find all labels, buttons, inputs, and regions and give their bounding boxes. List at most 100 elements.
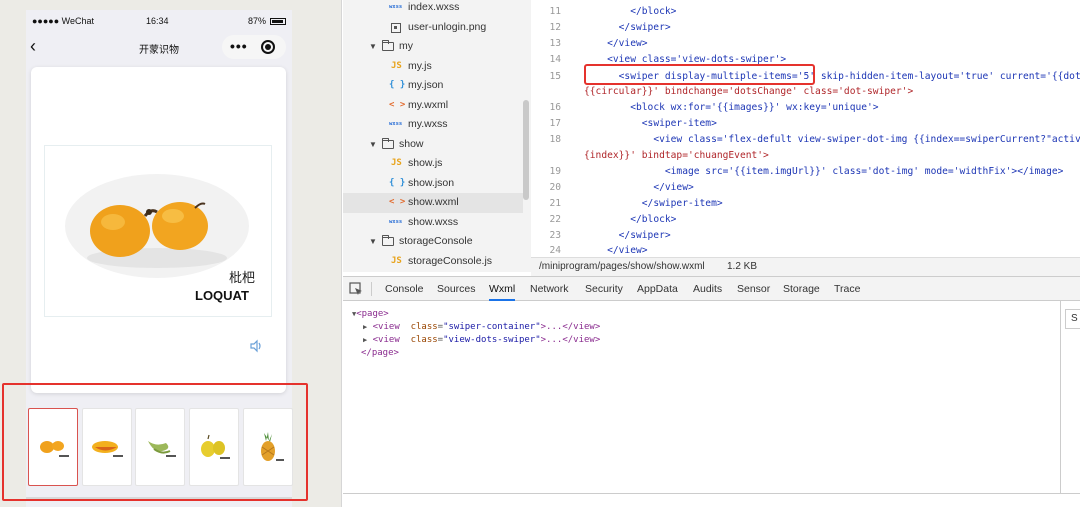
tag-text: <view [372, 322, 400, 332]
file-show-json[interactable]: { } show.json [343, 174, 523, 194]
code-text: <view class='view-dots-swiper'> [607, 54, 787, 65]
wxss-file-icon: wxss [389, 218, 403, 225]
code-line: <view class='flex-defult view-swiper-dot… [584, 134, 1080, 145]
dom-node-swiper-container[interactable]: ▶ <view class="swiper-container">...</vi… [363, 322, 600, 332]
close-target-icon[interactable] [261, 40, 275, 54]
pear-thumb-icon [201, 434, 230, 459]
inspect-element-icon[interactable] [349, 282, 363, 296]
folder-label: show [399, 137, 424, 150]
file-label: my.wxml [408, 98, 449, 111]
mango-thumb-icon [92, 441, 123, 457]
collapse-triangle-icon[interactable]: ▶ [363, 336, 367, 344]
tab-wxml[interactable]: Wxml [489, 277, 516, 301]
code-line-wrap: {index}}' bindtap='chuangEvent'> [584, 150, 769, 161]
file-label: show.js [408, 157, 443, 169]
code-line: <swiper-item> [584, 118, 717, 129]
tab-separator [371, 282, 372, 296]
dot-swiper[interactable] [27, 407, 293, 489]
beans-thumb-icon [148, 441, 176, 457]
code-text: <image src='{{item.imgUrl}}' class='dot-… [664, 166, 1064, 177]
code-text: </swiper> [618, 230, 671, 241]
editor-status-bar: /miniprogram/pages/show/show.wxml 1.2 KB [531, 257, 1080, 276]
thumb-loquat[interactable] [28, 408, 78, 486]
more-dots-icon[interactable]: ••• [230, 38, 248, 54]
pineapple-thumb-icon [261, 432, 284, 461]
line-number: 16 [549, 102, 561, 113]
file-tree-scrollbar[interactable] [523, 100, 529, 200]
thumb-beans[interactable] [135, 408, 185, 486]
styles-filter-input[interactable]: S [1065, 309, 1080, 329]
file-storageconsole-js[interactable]: JS storageConsole.js [343, 252, 523, 272]
file-my-json[interactable]: { } my.json [343, 76, 523, 96]
thumb-pineapple[interactable] [243, 408, 293, 486]
code-editor[interactable]: 11 </block> 12 </swiper> 13 </view> 14 <… [531, 0, 1080, 257]
line-number: 12 [549, 22, 561, 33]
file-my-js[interactable]: JS my.js [343, 57, 523, 77]
wxml-dom-tree: ▼<page> ▶ <view class="swiper-container"… [343, 301, 1060, 493]
attr-name: class [410, 322, 438, 332]
dom-node-view-dots-swiper[interactable]: ▶ <view class="view-dots-swiper">...</vi… [363, 335, 600, 345]
file-size: 1.2 KB [727, 261, 758, 272]
caret-down-icon[interactable]: ▼ [369, 232, 377, 252]
tag-tail: >...</view> [540, 322, 601, 332]
file-label: storageConsole.js [408, 254, 493, 267]
dom-node-page-close[interactable]: </page> [361, 348, 399, 358]
folder-open-icon [382, 235, 394, 246]
code-line-wrap: {{circular}}' bindchange='dotsChange' cl… [584, 86, 913, 97]
collapse-triangle-icon[interactable]: ▶ [363, 323, 367, 331]
code-text: </swiper-item> [641, 198, 723, 209]
folder-my[interactable]: ▼ my [343, 37, 523, 57]
caret-down-icon[interactable]: ▼ [369, 37, 377, 57]
tab-trace[interactable]: Trace [834, 277, 860, 301]
json-file-icon: { } [389, 80, 406, 90]
code-line: </block> [584, 6, 676, 17]
code-text: {{circular}}' bindchange='dotsChange' cl… [584, 86, 914, 97]
tab-security[interactable]: Security [585, 277, 623, 301]
simulator-panel: ●●●●● WeChat 16:34 87% ‹ 开蒙识物 ••• 枇杷 LOQ… [0, 0, 342, 507]
file-index-wxss[interactable]: wxss index.wxss [343, 0, 523, 18]
file-my-wxss[interactable]: wxss my.wxss [343, 115, 523, 135]
json-file-icon: { } [389, 177, 406, 188]
file-my-wxml[interactable]: < > my.wxml [343, 96, 523, 116]
file-show-wxml[interactable]: < > show.wxml [343, 193, 523, 213]
tab-sources[interactable]: Sources [437, 277, 476, 301]
file-show-js[interactable]: JS show.js [343, 154, 523, 174]
fruit-image[interactable]: 枇杷 LOQUAT [44, 145, 272, 317]
caret-down-icon[interactable]: ▼ [369, 135, 377, 155]
tab-console[interactable]: Console [385, 277, 424, 301]
file-label: index.wxss [408, 1, 460, 13]
folder-storageconsole[interactable]: ▼ storageConsole [343, 232, 523, 252]
js-file-icon: JS [391, 60, 402, 71]
tag-text: <view [372, 335, 400, 345]
wxml-file-icon: < > [389, 99, 406, 110]
code-line: </swiper> [584, 230, 671, 241]
thumb-mango[interactable] [82, 408, 132, 486]
code-line: </view> [584, 38, 647, 49]
js-file-icon: JS [391, 158, 402, 168]
folder-show[interactable]: ▼ show [343, 135, 523, 155]
clock: 16:34 [146, 16, 169, 26]
tab-audits[interactable]: Audits [693, 277, 722, 301]
loquat-illustration: 枇杷 LOQUAT [65, 174, 255, 303]
line-number: 11 [549, 6, 561, 17]
dom-node-page[interactable]: ▼<page> [352, 309, 389, 319]
file-label: show.json [408, 176, 455, 189]
thumb-pear[interactable] [189, 408, 239, 486]
speaker-icon[interactable] [249, 339, 263, 353]
code-text: </block> [630, 6, 677, 17]
swiper-scrollbar[interactable] [26, 497, 292, 500]
tab-sensor[interactable]: Sensor [737, 277, 770, 301]
file-user-unlogin-png[interactable]: user-unlogin.png [343, 18, 523, 38]
tab-network[interactable]: Network [530, 277, 569, 301]
file-path: /miniprogram/pages/show/show.wxml [539, 261, 705, 272]
code-text: {index}}' bindtap='chuangEvent'> [584, 150, 769, 161]
tab-appdata[interactable]: AppData [637, 277, 678, 301]
code-text: </view> [653, 182, 694, 193]
file-show-wxss[interactable]: wxss show.wxss [343, 213, 523, 233]
tab-storage[interactable]: Storage [783, 277, 820, 301]
